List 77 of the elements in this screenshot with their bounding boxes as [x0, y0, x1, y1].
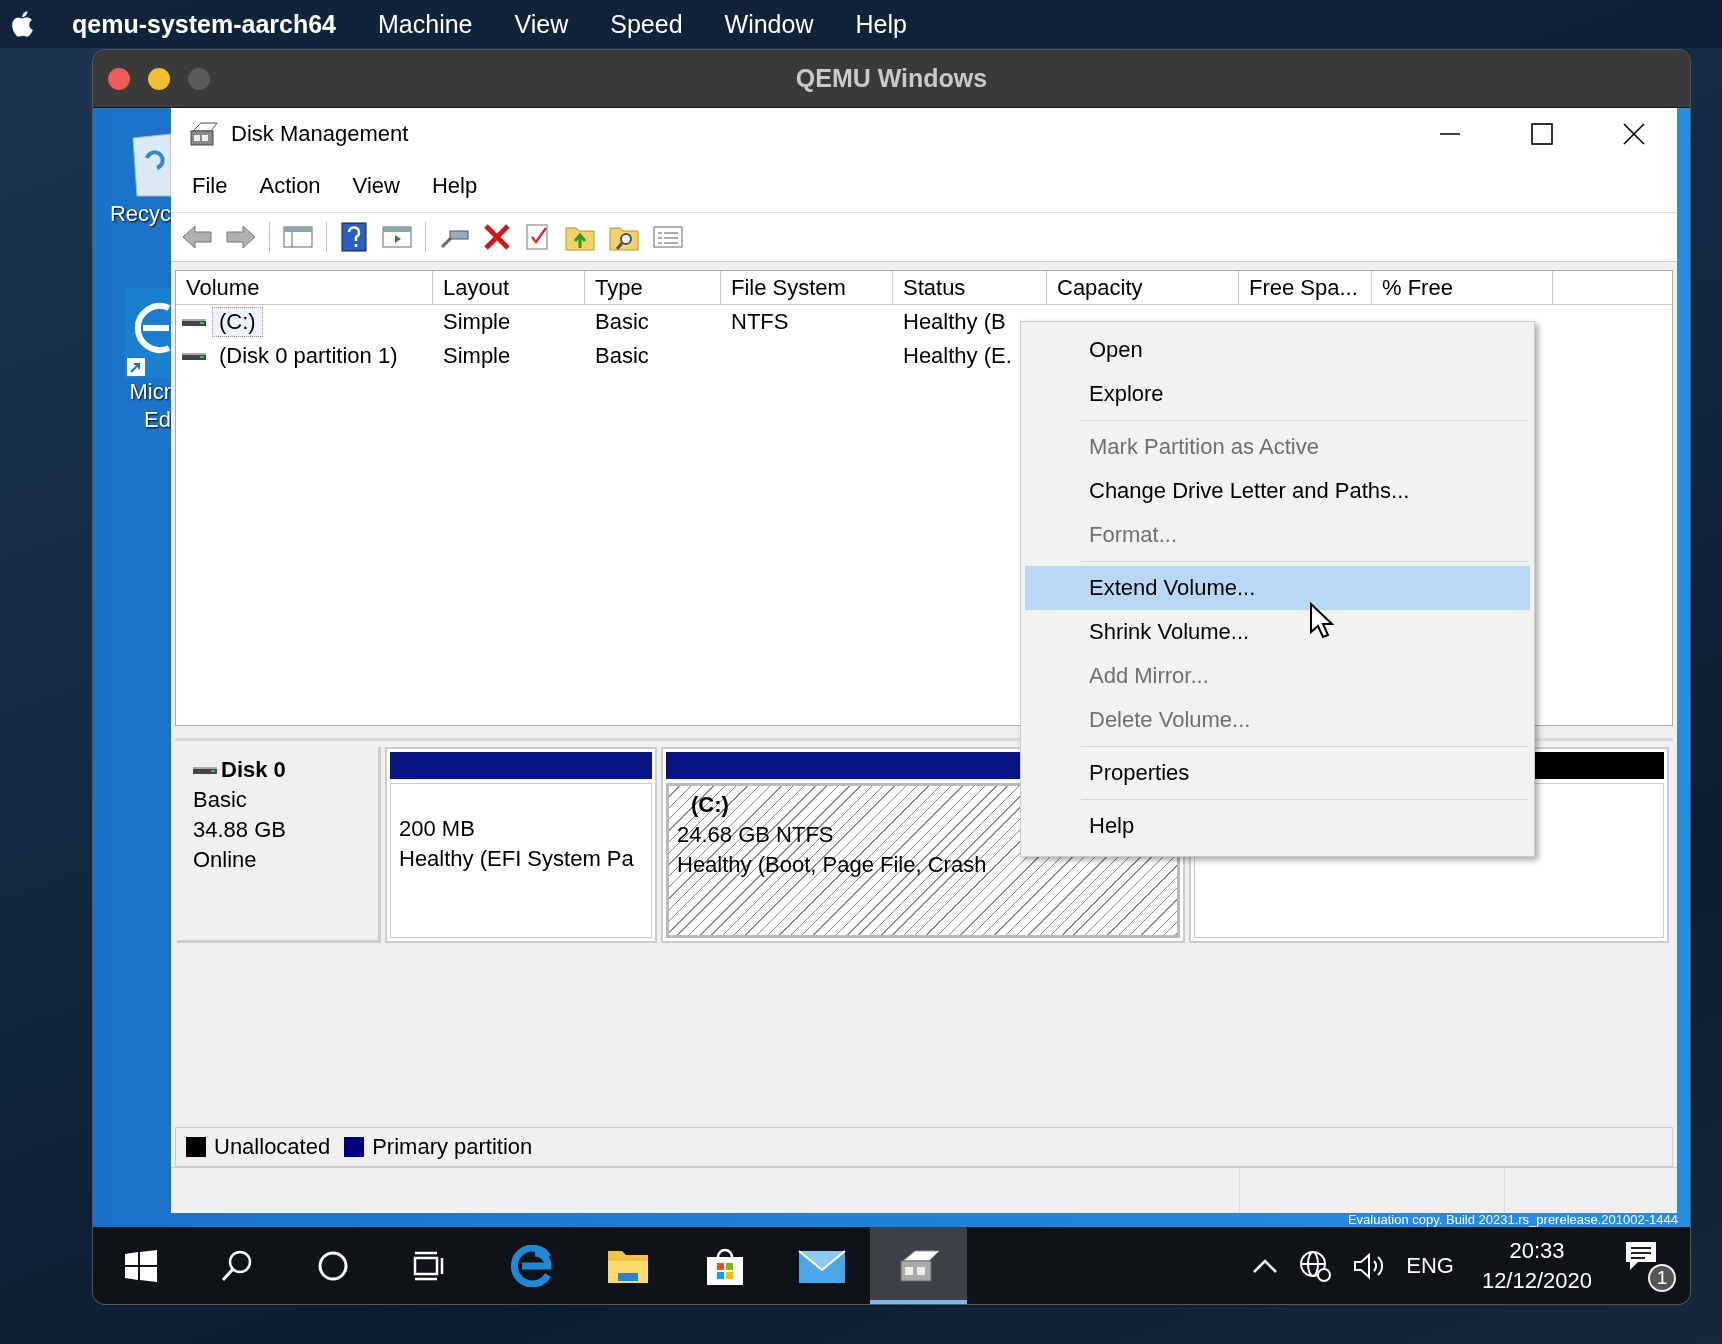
table-cell-text: Basic — [594, 308, 650, 335]
maximize-icon[interactable] — [1531, 123, 1553, 146]
drive-label[interactable]: (C:) — [212, 306, 263, 337]
table-cell-text: Basic — [594, 342, 650, 369]
disk-size: 34.88 GB — [193, 815, 287, 844]
search-icon — [220, 1248, 254, 1283]
partition-info: 200 MB — [399, 814, 475, 843]
close-button[interactable] — [108, 67, 130, 90]
menu-bar-item[interactable]: Speed — [610, 9, 683, 39]
back-arrow-icon[interactable] — [181, 223, 213, 252]
desktop-icon-label: Recyc — [109, 200, 171, 228]
envelope-icon — [797, 1247, 846, 1284]
apple-logo-icon[interactable] — [10, 9, 36, 39]
browser-icon — [509, 1244, 552, 1287]
close-icon[interactable] — [1623, 123, 1645, 146]
drive-label[interactable]: (Disk 0 partition 1) — [212, 340, 405, 371]
context-menu-item[interactable]: Change Drive Letter and Paths... — [1025, 469, 1530, 513]
clock[interactable]: 20:33 12/12/2020 — [1481, 1235, 1592, 1296]
speech-bubble-icon — [1624, 1239, 1658, 1272]
menu-item[interactable]: File — [192, 173, 228, 200]
context-menu-item[interactable]: Explore — [1025, 372, 1530, 416]
column-header[interactable]: % Free — [1372, 270, 1553, 305]
disk-drive-icon — [189, 121, 219, 148]
disk-name: Disk 0 — [221, 755, 286, 784]
disk-status: Online — [193, 845, 258, 874]
mouse-pointer-icon — [1309, 602, 1335, 640]
app-menu[interactable]: qemu-system-aarch64 — [72, 9, 336, 39]
partition-info: 24.68 GB NTFS — [677, 820, 834, 849]
table-cell-text: Healthy (E. — [902, 342, 1013, 369]
menu-item[interactable]: View — [352, 173, 400, 200]
notifications-button[interactable]: 1 — [1624, 1239, 1676, 1292]
task-view-icon — [412, 1250, 446, 1281]
table-cell: NTFS — [731, 308, 789, 335]
forward-arrow-icon[interactable] — [225, 223, 257, 252]
desktop-icon-label: Ed — [144, 406, 171, 434]
menu-bar-item[interactable]: Window — [724, 9, 814, 39]
column-header[interactable]: Free Spa... — [1239, 270, 1372, 305]
table-cell-text: Healthy (B — [902, 308, 1007, 335]
column-header[interactable]: Type — [585, 270, 721, 305]
drive-icon — [193, 764, 217, 775]
globe-icon[interactable] — [1298, 1248, 1333, 1283]
menu-bar-item[interactable]: View — [514, 9, 569, 39]
taskbar-app-button[interactable] — [870, 1227, 967, 1304]
minimize-button[interactable] — [148, 67, 170, 90]
context-menu-item[interactable]: Shrink Volume... — [1025, 610, 1530, 654]
menu-bar-item[interactable]: Help — [855, 9, 907, 39]
table-cell-text: Simple — [442, 308, 512, 335]
column-header[interactable]: Layout — [433, 270, 585, 305]
notification-count-badge: 1 — [1648, 1263, 1676, 1292]
partition-name: (C:) — [690, 790, 729, 819]
recycle-bin-icon[interactable] — [131, 130, 171, 200]
chevron-up-icon[interactable] — [1252, 1257, 1279, 1274]
evaluation-notice: Evaluation copy. Build 20231.rs_prerelease.201002-1444 — [1346, 1213, 1679, 1227]
table-cell-text: Simple — [442, 342, 512, 369]
context-menu-item[interactable]: Extend Volume... — [1025, 566, 1530, 610]
partition-info: Healthy (EFI System Pa — [399, 844, 634, 873]
column-header[interactable]: File System — [721, 270, 893, 305]
browser-shortcut-icon[interactable] — [125, 288, 171, 378]
menu-bar-item[interactable]: Machine — [378, 9, 473, 39]
window-title: Disk Management — [231, 121, 409, 148]
column-header[interactable]: Capacity — [1047, 270, 1239, 305]
help-icon[interactable] — [339, 222, 369, 253]
disk-type: Basic — [193, 785, 248, 814]
column-header[interactable]: Volume — [176, 270, 433, 305]
context-menu-item[interactable]: Open — [1025, 328, 1530, 372]
menu-item[interactable]: Help — [431, 173, 478, 200]
desktop-icon-label: Micr — [129, 378, 171, 406]
windows-logo-icon — [125, 1249, 157, 1282]
legend-label: Primary partition — [372, 1133, 533, 1160]
menu-item[interactable]: Action — [259, 173, 321, 200]
input-language[interactable]: ENG — [1406, 1252, 1454, 1279]
partition-info: Healthy (Boot, Page File, Crash — [677, 850, 987, 879]
circle-icon — [317, 1249, 349, 1282]
window-title: QEMU Windows — [795, 64, 988, 93]
legend-label: Unallocated — [214, 1133, 331, 1160]
column-header[interactable]: Status — [893, 270, 1047, 305]
partition-block[interactable]: 200 MB Healthy (EFI System Pa — [390, 782, 652, 938]
